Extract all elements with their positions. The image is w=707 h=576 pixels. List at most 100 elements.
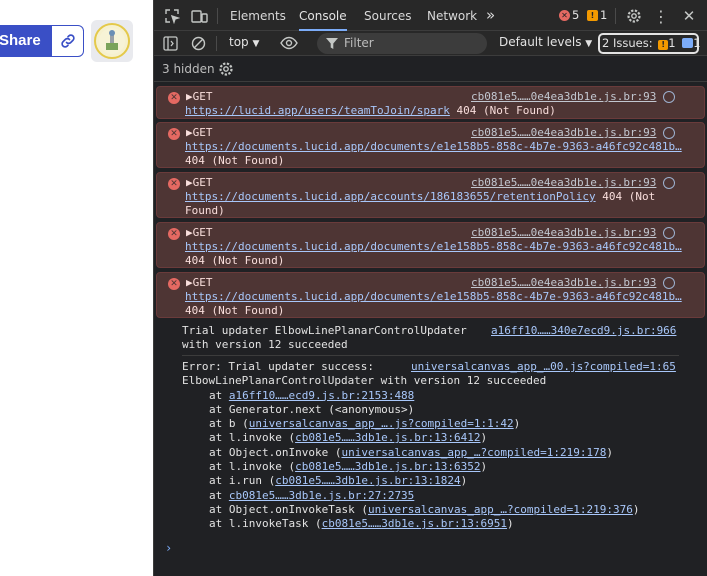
log-text: Trial updater ElbowLinePlanarControlUpda… <box>182 324 467 337</box>
gear-icon[interactable] <box>625 7 643 25</box>
status-text: 404 (Not Found) <box>185 254 285 267</box>
tab-sources[interactable]: Sources <box>364 0 411 31</box>
error-source-link[interactable]: cb081e5……0e4ea3db1e.js.br:93 <box>471 126 656 140</box>
stack-frame-text: ) <box>507 517 514 531</box>
error-count-badge[interactable]: ✕ 5 <box>559 8 579 23</box>
log-source-link[interactable]: a16ff10……340e7ecd9.js.br:966 <box>491 324 676 338</box>
network-request-icon[interactable] <box>663 91 675 103</box>
error-icon: ✕ <box>168 128 180 140</box>
request-url-link[interactable]: https://documents.lucid.app/documents/e1… <box>185 140 682 153</box>
live-expression-eye-icon[interactable] <box>280 34 298 52</box>
chevron-down-icon: ▼ <box>585 39 593 49</box>
stack-frame-link[interactable]: universalcanvas_app_…?compiled=1:219:178 <box>341 446 606 459</box>
stack-frame-text: at Object.onInvokeTask ( <box>209 502 368 516</box>
console-error-message: ✕ ▶GET cb081e5……0e4ea3db1e.js.br:93 http… <box>156 222 705 268</box>
info-icon <box>682 38 694 48</box>
error-source-link[interactable]: cb081e5……0e4ea3db1e.js.br:93 <box>471 90 656 104</box>
warning-count-badge[interactable]: ! 1 <box>587 8 607 23</box>
console-error-message: ✕ ▶GET cb081e5……0e4ea3db1e.js.br:93 http… <box>156 172 705 218</box>
tab-console[interactable]: Console <box>299 0 347 31</box>
request-url-link[interactable]: https://lucid.app/users/teamToJoin/spark <box>185 104 450 117</box>
log-text: with version 12 succeeded <box>182 338 348 352</box>
log-source-link[interactable]: universalcanvas_app_…00.js?compiled=1:65 <box>411 360 676 374</box>
stack-frame: at a16ff10……ecd9.js.br:2153:488 <box>209 389 706 403</box>
stack-frame-text: ) <box>632 502 640 516</box>
error-expand-toggle[interactable]: ▶GET <box>186 126 213 140</box>
stack-frame: at Object.onInvokeTask (universalcanvas_… <box>209 503 706 517</box>
stack-frame-link[interactable]: cb081e5……3db1e.js.br:13:6352 <box>295 460 480 473</box>
share-button[interactable]: Share <box>0 25 52 57</box>
devtools-panel: Elements Console Sources Network » ✕ 5 !… <box>153 0 707 576</box>
console-error-trace-message: Error: Trial updater success: universalc… <box>182 360 706 532</box>
app-canvas-area: Share <box>0 0 153 576</box>
error-expand-toggle[interactable]: ▶GET <box>186 226 213 240</box>
avatar <box>94 23 130 59</box>
more-tabs-chevron-icon[interactable]: » <box>486 0 495 31</box>
error-source-link[interactable]: cb081e5……0e4ea3db1e.js.br:93 <box>471 176 656 190</box>
stack-frame-text: ) <box>480 460 488 474</box>
console-settings-gear-icon[interactable] <box>217 60 235 78</box>
stack-frame-link[interactable]: universalcanvas_app_….js?compiled=1:1:42 <box>249 417 514 430</box>
message-divider <box>182 355 679 356</box>
inspect-element-icon[interactable] <box>163 7 181 25</box>
status-text: 404 (Not Found) <box>185 304 285 317</box>
link-icon <box>60 34 75 48</box>
request-url-link[interactable]: https://documents.lucid.app/documents/e1… <box>185 290 682 303</box>
stack-frame-text: ) <box>460 474 468 488</box>
stack-frame: at i.run (cb081e5……3db1e.js.br:13:1824) <box>209 474 706 488</box>
stack-frame-link[interactable]: cb081e5……3db1e.js.br:27:2735 <box>229 489 414 502</box>
tab-elements[interactable]: Elements <box>230 0 286 31</box>
more-options-icon[interactable]: ⋮ <box>652 7 670 26</box>
stack-frame: at Generator.next (<anonymous>) <box>209 403 706 417</box>
stack-frame-link[interactable]: cb081e5……3db1e.js.br:13:1824 <box>275 474 460 487</box>
context-selector[interactable]: top ▼ <box>229 35 259 49</box>
stack-frame-text: at l.invokeTask ( <box>209 517 322 531</box>
device-toolbar-icon[interactable] <box>190 7 208 25</box>
stack-frame-text: at <box>209 388 229 402</box>
stack-frame-link[interactable]: cb081e5……3db1e.js.br:13:6412 <box>295 431 480 444</box>
stack-frame: at l.invoke (cb081e5……3db1e.js.br:13:641… <box>209 431 706 445</box>
stack-frame-link[interactable]: universalcanvas_app_…?compiled=1:219:376 <box>368 503 633 516</box>
console-log-message: Trial updater ElbowLinePlanarControlUpda… <box>182 324 706 353</box>
error-source-link[interactable]: cb081e5……0e4ea3db1e.js.br:93 <box>471 276 656 290</box>
filter-input[interactable]: Filter <box>317 33 487 54</box>
warning-icon: ! <box>587 10 598 21</box>
stack-frame: at l.invoke (cb081e5……3db1e.js.br:13:635… <box>209 460 706 474</box>
stack-frame-text: ) <box>513 417 521 431</box>
warning-icon: ! <box>658 40 669 50</box>
stack-trace: at a16ff10……ecd9.js.br:2153:488 at Genera… <box>182 389 706 532</box>
log-levels-dropdown[interactable]: Default levels ▼ <box>499 35 592 49</box>
stack-frame-text: ) <box>606 445 613 459</box>
error-expand-toggle[interactable]: ▶GET <box>186 276 213 290</box>
network-request-icon[interactable] <box>663 227 675 239</box>
error-icon: ✕ <box>168 278 180 290</box>
error-icon: ✕ <box>559 10 570 21</box>
network-request-icon[interactable] <box>663 277 675 289</box>
request-url-link[interactable]: https://documents.lucid.app/accounts/186… <box>185 190 596 203</box>
copy-link-button[interactable] <box>52 25 84 57</box>
sidebar-toggle-icon[interactable] <box>161 34 179 52</box>
filter-icon <box>326 38 338 49</box>
stack-frame: at l.invokeTask (cb081e5……3db1e.js.br:13… <box>209 517 706 531</box>
error-source-link[interactable]: cb081e5……0e4ea3db1e.js.br:93 <box>471 226 656 240</box>
console-prompt[interactable]: › <box>165 541 172 555</box>
stack-frame: at cb081e5……3db1e.js.br:27:2735 <box>209 489 706 503</box>
clear-console-icon[interactable] <box>189 34 207 52</box>
close-icon[interactable]: ✕ <box>680 7 698 25</box>
network-request-icon[interactable] <box>663 127 675 139</box>
request-url-link[interactable]: https://documents.lucid.app/documents/e1… <box>185 240 682 253</box>
stack-frame-text: at l.invoke ( <box>209 431 296 445</box>
stack-frame-text: at i.run ( <box>209 474 276 488</box>
stack-frame-link[interactable]: a16ff10……ecd9.js.br:2153:488 <box>229 389 414 402</box>
chevron-down-icon: ▼ <box>252 39 260 49</box>
stack-frame-link[interactable]: cb081e5……3db1e.js.br:13:6951 <box>322 517 507 530</box>
network-request-icon[interactable] <box>663 177 675 189</box>
hidden-count-label[interactable]: 3 hidden <box>162 62 215 76</box>
error-expand-toggle[interactable]: ▶GET <box>186 176 213 190</box>
user-avatar-button[interactable] <box>91 20 133 62</box>
error-expand-toggle[interactable]: ▶GET <box>186 90 213 104</box>
console-error-message: ✕ ▶GET cb081e5……0e4ea3db1e.js.br:93 http… <box>156 122 705 168</box>
devtools-tabbar: Elements Console Sources Network » ✕ 5 !… <box>154 0 707 31</box>
issues-button[interactable]: 2 Issues: ! 1 1 <box>598 33 701 54</box>
tab-network[interactable]: Network <box>427 0 477 31</box>
